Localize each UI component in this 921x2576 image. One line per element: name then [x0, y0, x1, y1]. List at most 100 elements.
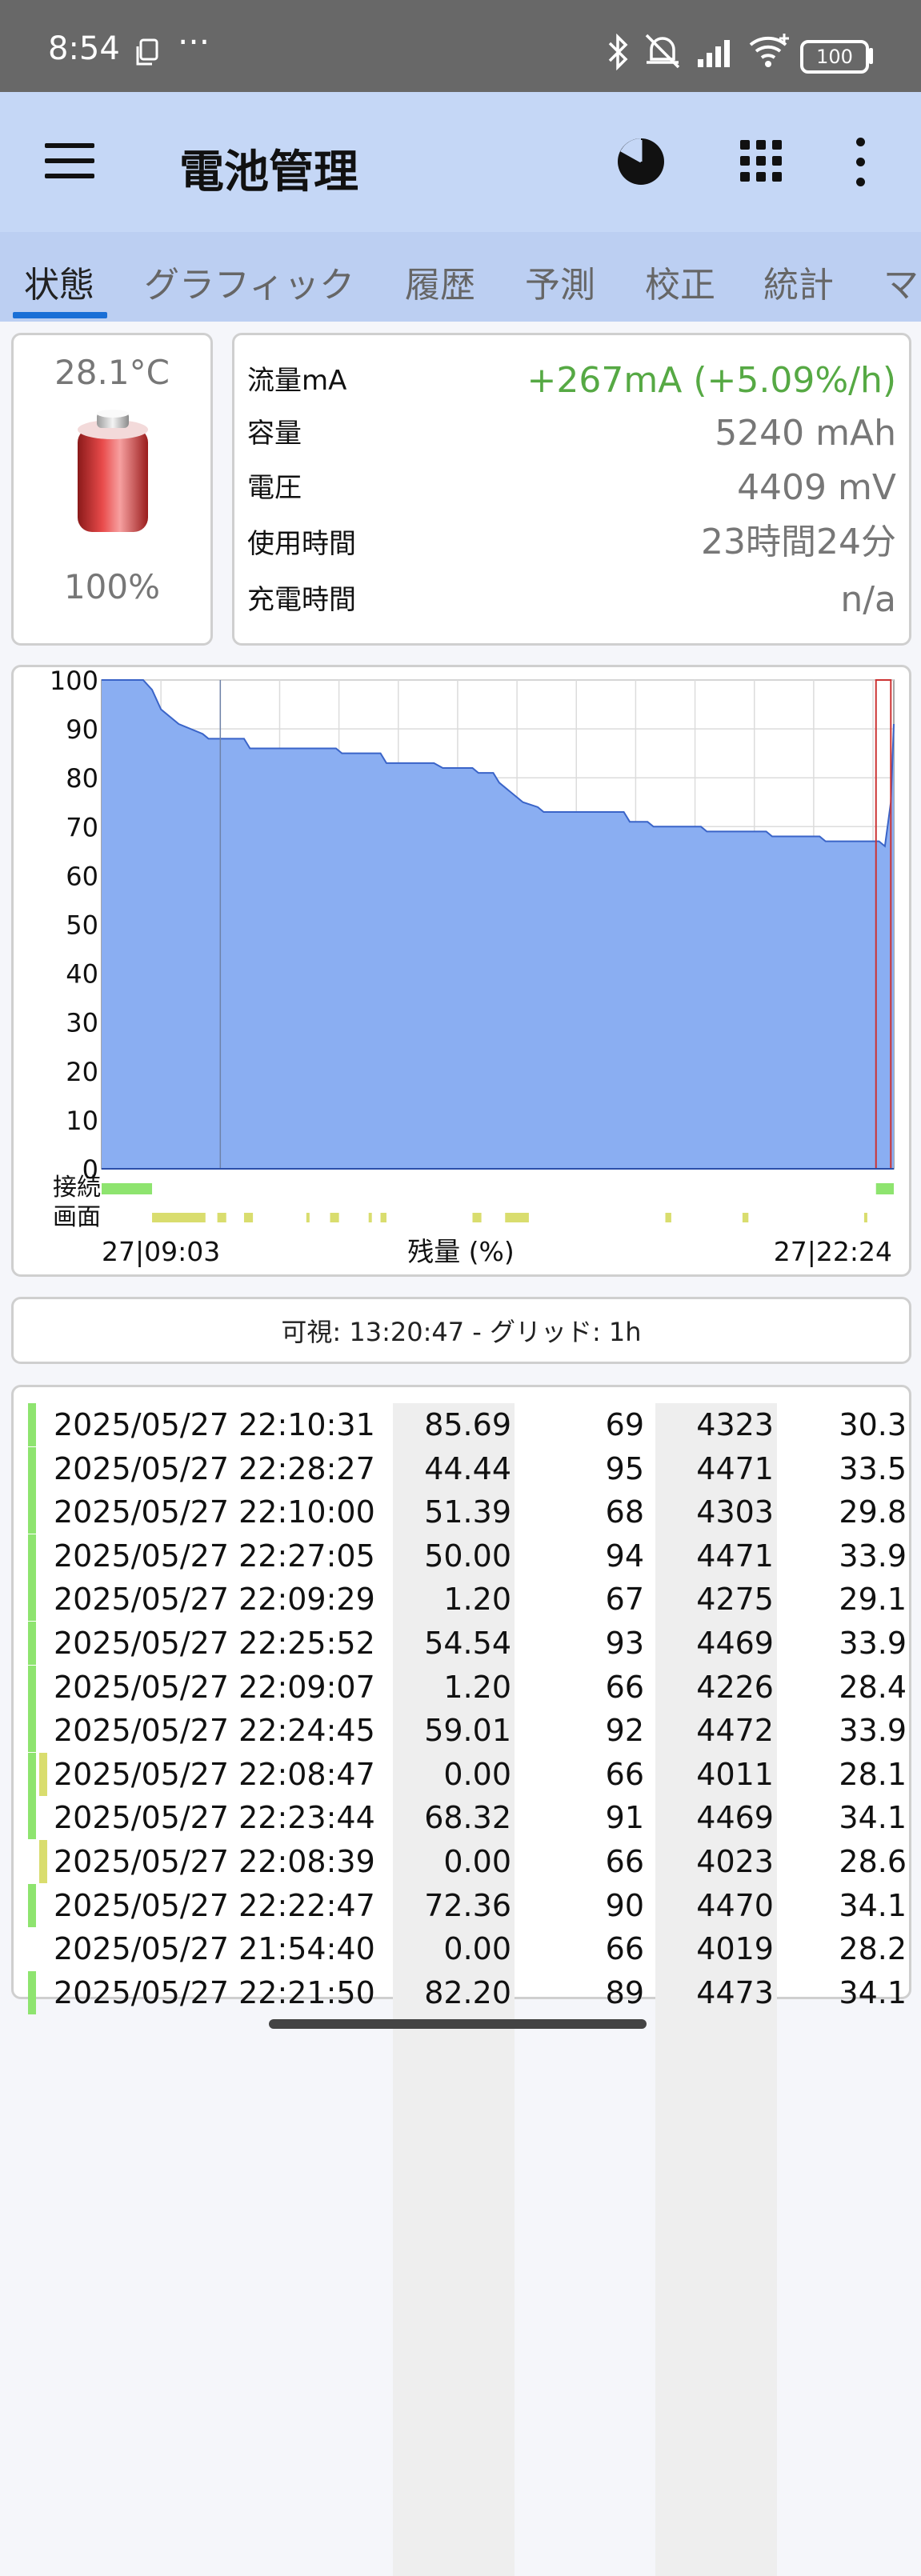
table-row[interactable]: 2025/05/27 22:21:50 82.20 89 4473 34.1: [28, 1970, 916, 2014]
cell-voltage: 4469: [696, 1626, 774, 1661]
cell-temperature: 30.3: [839, 1407, 907, 1442]
cell-voltage: 4473: [696, 1974, 774, 2010]
info-card: 流量mA +267mA (+5.09%/h) 容量 5240 mAh 電圧 44…: [232, 333, 911, 646]
voltage-label: 電圧: [247, 472, 302, 504]
tab-more[interactable]: マ: [883, 256, 919, 307]
pie-chart-icon[interactable]: [616, 137, 666, 186]
cell-voltage: 4019: [696, 1931, 774, 1967]
grid-icon[interactable]: [740, 140, 782, 182]
status-time: 8:54: [48, 30, 120, 67]
cell-level: 66: [605, 1669, 644, 1705]
visible-range-bar[interactable]: 可視: 13:20:47 - グリッド: 1h: [11, 1297, 911, 1364]
cell-datetime: 2025/05/27 22:10:00: [54, 1494, 375, 1530]
cell-datetime: 2025/05/27 22:10:31: [54, 1407, 375, 1442]
cell-current: 85.69: [424, 1407, 511, 1442]
visible-range-text: 可視: 13:20:47 - グリッド: 1h: [281, 1317, 642, 1347]
row-status-bar: [28, 1970, 36, 2014]
tab-bar: 状態 グラフィック 履歴 予測 校正 統計 マ: [0, 232, 921, 322]
table-row[interactable]: 2025/05/27 22:23:44 68.32 91 4469 34.1: [28, 1796, 916, 1840]
table-row[interactable]: 2025/05/27 22:10:00 51.39 68 4303 29.8: [28, 1490, 916, 1534]
charge-time-value: n/a: [840, 579, 896, 620]
cell-level: 69: [605, 1407, 644, 1442]
info-row-charge-time: 充電時間 n/a: [247, 575, 896, 620]
screen-label: 画面: [53, 1203, 101, 1231]
screen-segment: [368, 1213, 372, 1222]
row-status-bar: [28, 1578, 36, 1622]
table-row[interactable]: 2025/05/27 22:09:07 1.20 66 4226 28.4: [28, 1665, 916, 1709]
y-tick-label: 70: [66, 812, 98, 842]
screen-segment: [863, 1213, 867, 1222]
info-row-current: 流量mA +267mA (+5.09%/h): [247, 356, 896, 401]
capacity-value: 5240 mAh: [715, 413, 896, 454]
tab-graphic[interactable]: グラフィック: [144, 256, 354, 307]
row-status-bar: [28, 1796, 36, 1840]
row-status-bar: [28, 1490, 36, 1534]
cell-current: 44.44: [424, 1450, 511, 1486]
battery-icon: 100: [800, 40, 869, 74]
table-row[interactable]: 2025/05/27 22:08:47 0.00 66 4011 28.1: [28, 1752, 916, 1796]
cell-datetime: 2025/05/27 22:09:29: [54, 1582, 375, 1618]
info-row-usage-time: 使用時間 23時間24分: [247, 519, 896, 564]
table-row[interactable]: 2025/05/27 22:27:05 50.00 94 4471 33.9: [28, 1534, 916, 1578]
battery-level-chart[interactable]: 0102030405060708090100 接続 画面 27|09:03 残量…: [14, 667, 909, 1274]
cell-current: 1.20: [443, 1669, 511, 1705]
tab-forecast[interactable]: 予測: [525, 256, 595, 307]
table-row[interactable]: 2025/05/27 22:09:29 1.20 67 4275 29.1: [28, 1578, 916, 1622]
cell-current: 82.20: [424, 1974, 511, 2010]
cell-temperature: 29.8: [839, 1494, 907, 1530]
cell-voltage: 4226: [696, 1669, 774, 1705]
cell-current: 0.00: [443, 1844, 511, 1879]
current-label: 流量mA: [247, 365, 347, 397]
table-row[interactable]: 2025/05/27 22:28:27 44.44 95 4471 33.5: [28, 1446, 916, 1490]
cell-datetime: 2025/05/27 22:27:05: [54, 1538, 375, 1574]
connected-segment: [102, 1183, 153, 1194]
tab-indicator: [13, 312, 107, 318]
cell-temperature: 33.9: [839, 1538, 907, 1574]
row-status-bar: [28, 1752, 36, 1796]
cell-temperature: 28.1: [839, 1756, 907, 1792]
table-row[interactable]: 2025/05/27 21:54:40 0.00 66 4019 28.2: [28, 1927, 916, 1970]
row-status-bar: [28, 1446, 36, 1490]
table-row[interactable]: 2025/05/27 22:22:47 72.36 90 4470 34.1: [28, 1883, 916, 1927]
table-row[interactable]: 2025/05/27 22:25:52 54.54 93 4469 33.9: [28, 1622, 916, 1665]
cell-voltage: 4275: [696, 1582, 774, 1618]
cell-voltage: 4323: [696, 1407, 774, 1442]
home-indicator[interactable]: [269, 2019, 647, 2029]
more-notifications-icon: ···: [178, 22, 210, 62]
page-title: 電池管理: [179, 146, 358, 198]
history-table[interactable]: 2025/05/27 22:10:31 85.69 69 4323 30.3 2025/0…: [28, 1403, 916, 2576]
history-table-card[interactable]: 2025/05/27 22:10:31 85.69 69 4323 30.3 2025/0…: [11, 1385, 911, 2576]
menu-icon[interactable]: [45, 143, 94, 178]
y-tick-label: 20: [66, 1057, 98, 1087]
cell-temperature: 33.5: [839, 1450, 907, 1486]
screen-segment: [306, 1213, 310, 1222]
cell-temperature: 34.1: [839, 1974, 907, 2010]
cell-current: 1.20: [443, 1582, 511, 1618]
table-row[interactable]: 2025/05/27 22:10:31 85.69 69 4323 30.3: [28, 1403, 916, 1446]
battery-chart-card[interactable]: 0 10 20 30 40 50 60 70 80 90 100 接続 画面 27|09:03 残量…: [11, 665, 911, 1277]
table-row[interactable]: 2025/05/27 22:08:39 0.00 66 4023 28.6: [28, 1840, 916, 1883]
table-row[interactable]: 2025/05/27 22:24:45 59.01 92 4472 33.9: [28, 1709, 916, 1753]
row-status-bar: [28, 1883, 36, 1927]
connected-segment: [875, 1183, 894, 1194]
tab-history[interactable]: 履歴: [405, 256, 475, 307]
cell-current: 51.39: [424, 1494, 511, 1530]
screen-segment: [665, 1213, 671, 1222]
tab-calibration[interactable]: 校正: [645, 256, 715, 307]
info-row-capacity: 容量 5240 mAh: [247, 409, 896, 454]
x-end-label: 27|22:24: [774, 1236, 892, 1267]
battery-card[interactable]: 28.1°C 100%: [11, 333, 213, 646]
chart-y-ticks: 0102030405060708090100: [50, 667, 98, 1185]
cell-voltage: 4472: [696, 1713, 774, 1749]
more-vert-icon[interactable]: [856, 138, 867, 198]
cell-level: 67: [605, 1582, 644, 1618]
battery-level-text: 100: [816, 46, 853, 68]
battery-temperature: 28.1°C: [54, 353, 170, 392]
cell-temperature: 29.1: [839, 1582, 907, 1618]
cell-voltage: 4011: [696, 1756, 774, 1792]
battery-image: [78, 410, 148, 532]
tab-statistics[interactable]: 統計: [763, 256, 834, 307]
tab-status[interactable]: 状態: [24, 256, 94, 307]
row-screen-bar: [39, 1840, 47, 1883]
cell-voltage: 4471: [696, 1538, 774, 1574]
